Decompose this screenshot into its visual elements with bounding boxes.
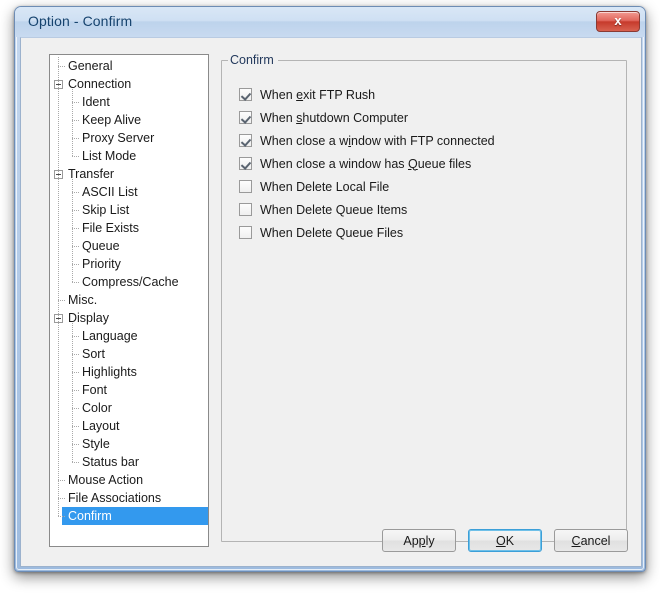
checkbox-row[interactable]: When shutdown Computer (239, 106, 620, 129)
groupbox-title: Confirm (228, 53, 278, 67)
tree-item-connection[interactable]: Connection (50, 75, 208, 93)
tree-item-label: File Associations (68, 491, 162, 505)
tree-guide-stub (72, 192, 80, 193)
tree-guide-stub (72, 102, 80, 103)
tree-item-mouse-action[interactable]: Mouse Action (50, 471, 208, 489)
tree-item-label: Style (82, 437, 110, 451)
tree-item-label: Display (68, 311, 109, 325)
close-icon: x (614, 13, 622, 28)
checkbox-unchecked-icon[interactable] (239, 226, 252, 239)
tree-item-label: Layout (82, 419, 120, 433)
tree-item-label: Misc. (68, 293, 98, 307)
tree-item-label: Language (82, 329, 138, 343)
button-label: OK (495, 533, 515, 548)
checkbox-checked-icon[interactable] (239, 88, 252, 101)
tree-item-confirm[interactable]: Confirm (50, 507, 208, 525)
option-dialog-window: Option - Confirm x General Connection Iden… (14, 6, 646, 572)
tree-item-general[interactable]: General (50, 57, 208, 75)
tree-guide-stub (72, 336, 80, 337)
tree-guide-root (58, 57, 59, 516)
checkbox-label: When close a window has Queue files (260, 156, 472, 171)
apply-button[interactable]: Apply (382, 529, 456, 552)
checkbox-label: When Delete Local File (260, 179, 390, 194)
tree-guide-branch (72, 323, 73, 462)
tree-item-transfer[interactable]: Transfer (50, 165, 208, 183)
confirm-groupbox: Confirm When exit FTP Rush When shutdown … (221, 53, 627, 542)
tree-item-label: Proxy Server (82, 131, 155, 145)
tree-guide-stub (72, 156, 80, 157)
checkbox-row[interactable]: When Delete Local File (239, 175, 620, 198)
tree-item-label: Compress/Cache (82, 275, 179, 289)
tree-item-file-associations[interactable]: File Associations (50, 489, 208, 507)
tree-guide-stub (72, 354, 80, 355)
tree-item-label: File Exists (82, 221, 139, 235)
confirm-options-list: When exit FTP Rush When shutdown Computer… (239, 83, 620, 244)
checkbox-label: When close a window with FTP connected (260, 133, 495, 148)
tree-item-label: List Mode (82, 149, 137, 163)
checkbox-checked-icon[interactable] (239, 134, 252, 147)
tree-guide-branch (72, 89, 73, 156)
title-bar[interactable]: Option - Confirm x (15, 7, 645, 37)
tree-item-label: Mouse Action (68, 473, 144, 487)
button-label: Cancel (571, 533, 611, 548)
tree-guide-stub (72, 426, 80, 427)
tree-item-label: Transfer (68, 167, 115, 181)
tree-item-label: Priority (82, 257, 121, 271)
tree-guide-stub (72, 210, 80, 211)
dialog-button-bar: Apply OK Cancel (21, 529, 628, 552)
tree-item-label: Connection (68, 77, 132, 91)
checkbox-unchecked-icon[interactable] (239, 203, 252, 216)
tree-item-label: Highlights (82, 365, 137, 379)
checkbox-unchecked-icon[interactable] (239, 180, 252, 193)
checkbox-label: When exit FTP Rush (260, 87, 376, 102)
checkbox-row[interactable]: When Delete Queue Items (239, 198, 620, 221)
tree-item-label: Ident (82, 95, 110, 109)
close-button[interactable]: x (596, 11, 640, 32)
tree-guide-stub (72, 408, 80, 409)
checkbox-label: When Delete Queue Files (260, 225, 404, 240)
tree-guide-stub (58, 66, 66, 67)
tree-guide-stub (58, 480, 66, 481)
checkbox-label: When shutdown Computer (260, 110, 409, 125)
checkbox-row[interactable]: When close a window has Queue files (239, 152, 620, 175)
checkbox-checked-icon[interactable] (239, 111, 252, 124)
tree-item-display[interactable]: Display (50, 309, 208, 327)
tree-guide-stub (72, 282, 80, 283)
tree-guide-stub (72, 390, 80, 391)
tree-guide-stub (72, 246, 80, 247)
tree-item-label: Skip List (82, 203, 130, 217)
tree-guide-stub (72, 372, 80, 373)
tree-item-label: Status bar (82, 455, 139, 469)
tree-item-label: General (68, 59, 113, 73)
checkbox-label: When Delete Queue Items (260, 202, 408, 217)
tree-guide-stub (72, 228, 80, 229)
window-title: Option - Confirm (28, 13, 133, 29)
tree-guide-stub (72, 120, 80, 121)
tree-guide-stub (72, 462, 80, 463)
tree-item-label: ASCII List (82, 185, 138, 199)
tree-guide-stub (72, 444, 80, 445)
tree-item-label: Sort (82, 347, 105, 361)
checkbox-row[interactable]: When close a window with FTP connected (239, 129, 620, 152)
checkbox-row[interactable]: When exit FTP Rush (239, 83, 620, 106)
tree-guide-stub (58, 516, 66, 517)
tree-guide-stub (72, 138, 80, 139)
button-label: Apply (403, 533, 435, 548)
tree-guide-stub (72, 264, 80, 265)
checkbox-checked-icon[interactable] (239, 157, 252, 170)
checkbox-row[interactable]: When Delete Queue Files (239, 221, 620, 244)
tree-item-label: Keep Alive (82, 113, 142, 127)
tree-item-label: Queue (82, 239, 120, 253)
ok-button[interactable]: OK (468, 529, 542, 552)
cancel-button[interactable]: Cancel (554, 529, 628, 552)
settings-tree[interactable]: General Connection Ident Keep Alive Proxy Se… (49, 54, 209, 547)
tree-item-misc[interactable]: Misc. (50, 291, 208, 309)
tree-item-label: Font (82, 383, 108, 397)
tree-item-label: Color (82, 401, 112, 415)
tree-guide-branch (72, 179, 73, 282)
tree-guide-stub (58, 498, 66, 499)
tree-guide-stub (58, 300, 66, 301)
dialog-client-area: General Connection Ident Keep Alive Proxy Se… (20, 37, 642, 567)
tree-item-label: Confirm (68, 509, 112, 523)
